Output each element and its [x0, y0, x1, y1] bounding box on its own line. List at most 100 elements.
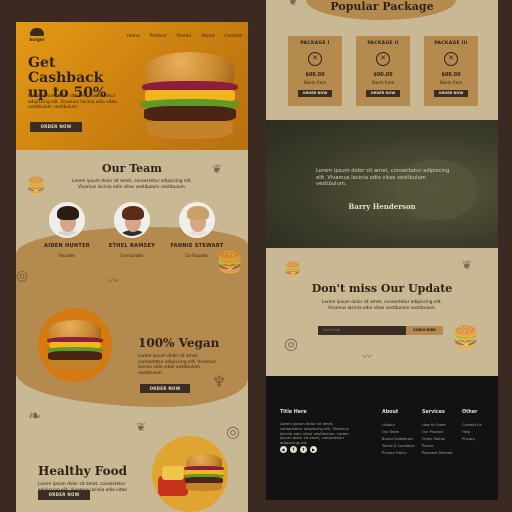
footer-col-title: About [382, 410, 399, 415]
package-card-3: PACKAGE III ✕ $00.00 Starts from ORDER N… [424, 36, 478, 106]
member-role: Founder [58, 253, 76, 258]
healthy-title: Healthy Food [38, 464, 127, 478]
team-text: Lorem ipsum dolor sit amet, consectetur … [72, 179, 192, 190]
avatar [49, 202, 85, 238]
healthy-order-button[interactable]: ORDER NOW [38, 490, 90, 500]
lemon-doodle-icon: ◎ [284, 334, 298, 353]
footer-col-title: Services [422, 410, 445, 415]
team-member-aiden: AIDEN HUNTER Founder [39, 202, 95, 258]
footer-col-about: History Our Team Brand Guidelines Terms … [382, 422, 415, 457]
package-order-button[interactable]: ORDER NOW [298, 90, 332, 97]
footer-link[interactable]: How to Order [422, 422, 452, 429]
footer-link[interactable]: Payment Method [422, 450, 452, 457]
footer-col-services: How to Order Our Product Order Status Pr… [422, 422, 452, 457]
newsletter-text: Lorem ipsum dolor sit amet, consectetur … [322, 300, 442, 311]
member-name: FANNIE STEWART [170, 243, 224, 249]
package-price: $00.00 [305, 72, 325, 78]
footer-link[interactable]: Privacy [462, 436, 482, 443]
package-card-1: PACKAGE I ✕ $00.00 Starts from ORDER NOW [288, 36, 342, 106]
footer-link[interactable]: History [382, 422, 415, 429]
fries-doodle-icon: ♆ [212, 372, 227, 391]
footer-link[interactable]: Help [462, 429, 482, 436]
footer-link[interactable]: Order Status [422, 436, 452, 443]
subscribe-button[interactable]: SUBSCRIBE [406, 326, 443, 335]
footer-link[interactable]: Promo [422, 443, 452, 450]
testimonial-author: Barry Henderson [348, 202, 416, 211]
nav-promo[interactable]: Promo [177, 34, 191, 39]
lemon-doodle-icon: ◎ [16, 268, 29, 284]
twitter-icon[interactable]: t [300, 446, 307, 453]
testimonial-quote: Lorem ipsum dolor sit amet, consectetur … [316, 168, 450, 188]
vegan-order-button[interactable]: ORDER NOW [140, 384, 190, 393]
nav-contact[interactable]: Contact [224, 34, 242, 39]
cutlery-icon: ✕ [376, 52, 390, 66]
hero-section: burger Home Product Promo About Contact … [16, 22, 248, 150]
lemon-doodle-icon: ◎ [226, 422, 240, 441]
bacon-doodle-icon: 〰 [108, 274, 119, 287]
footer-link[interactable]: Our Product [422, 429, 452, 436]
footer-col-title: Other [462, 410, 478, 415]
footer: Title Here Lorem ipsum dolor sit amet, c… [266, 376, 498, 500]
cutlery-icon: ✕ [308, 52, 322, 66]
package-order-button[interactable]: ORDER NOW [366, 90, 400, 97]
leaf-doodle-icon: ❦ [462, 258, 473, 272]
brand-logo[interactable]: burger [28, 28, 46, 42]
team-member-ethel: ETHEL RAMSEY Co-Founder [104, 202, 160, 258]
footer-title: Title Here [280, 410, 307, 415]
footer-link[interactable]: Contact Us [462, 422, 482, 429]
nav-product[interactable]: Product [150, 34, 167, 39]
cutlery-icon: ✕ [444, 52, 458, 66]
footer-link[interactable]: Privacy Policy [382, 450, 415, 457]
leaf-doodle-icon: ❧ [28, 406, 42, 425]
logo-text: burger [29, 37, 45, 42]
footer-link[interactable]: Our Team [382, 429, 415, 436]
member-role: Co-Founder [120, 253, 144, 258]
email-field[interactable] [318, 326, 406, 335]
package-subtitle: Starts from [439, 80, 463, 85]
leaf-doodle-icon: ❦ [136, 420, 147, 434]
burger-logo-icon [30, 28, 44, 36]
vegan-burger-image [38, 308, 112, 382]
youtube-icon[interactable]: ▶ [310, 446, 317, 453]
package-subtitle: Starts from [371, 80, 395, 85]
landing-page-right: ❦ Popular Package PACKAGE I ✕ $00.00 Sta… [266, 0, 498, 500]
package-price: $00.00 [373, 72, 393, 78]
packages-title: Popular Package [330, 0, 434, 13]
vegan-title: 100% Vegan [138, 336, 220, 350]
package-card-2: PACKAGE II ✕ $00.00 Starts from ORDER NO… [356, 36, 410, 106]
nav-home[interactable]: Home [127, 34, 140, 39]
burger-doodle-icon: 🍔 [26, 176, 46, 195]
burger-doodle-icon: 🍔 [452, 326, 480, 351]
footer-link[interactable]: Brand Guidelines [382, 436, 415, 443]
healthy-food-image [152, 436, 228, 512]
member-name: ETHEL RAMSEY [108, 243, 156, 249]
nav-about[interactable]: About [201, 34, 214, 39]
leaf-doodle-icon: ❦ [212, 162, 223, 176]
social-links: ◉ f t ▶ [280, 446, 317, 453]
testimonial-section: Lorem ipsum dolor sit amet, consectetur … [266, 120, 498, 248]
package-title: PACKAGE II [367, 41, 399, 46]
package-title: PACKAGE III [434, 41, 468, 46]
member-name: AIDEN HUNTER [44, 243, 90, 249]
newsletter-title: Don't miss Our Update [311, 282, 453, 295]
footer-text: Lorem ipsum dolor sit amet, consectetur … [280, 421, 349, 446]
instagram-icon[interactable]: ◉ [280, 446, 287, 453]
footer-col-other: Contact Us Help Privacy [462, 422, 482, 443]
package-order-button[interactable]: ORDER NOW [434, 90, 468, 97]
hero-order-button[interactable]: ORDER NOW [30, 122, 82, 132]
package-price: $00.00 [441, 72, 461, 78]
burger-doodle-icon: 🍔 [216, 250, 244, 275]
bacon-doodle-icon: 〰 [362, 352, 372, 363]
newsletter-section: 🍔 ❦ Don't miss Our Update Lorem ipsum do… [266, 248, 498, 376]
hero-text: Lorem ipsum dolor sit amet, consectetur … [28, 94, 117, 110]
hero-burger-image [140, 52, 240, 142]
top-nav: Home Product Promo About Contact [127, 34, 243, 39]
avatar [179, 202, 215, 238]
landing-page-left: burger Home Product Promo About Contact … [16, 22, 248, 512]
facebook-icon[interactable]: f [290, 446, 297, 453]
packages-section: ❦ Popular Package PACKAGE I ✕ $00.00 Sta… [266, 0, 498, 120]
footer-link[interactable]: Terms & Condition [382, 443, 415, 450]
package-subtitle: Starts from [303, 80, 327, 85]
burger-doodle-icon: 🍔 [284, 262, 302, 278]
avatar [114, 202, 150, 238]
